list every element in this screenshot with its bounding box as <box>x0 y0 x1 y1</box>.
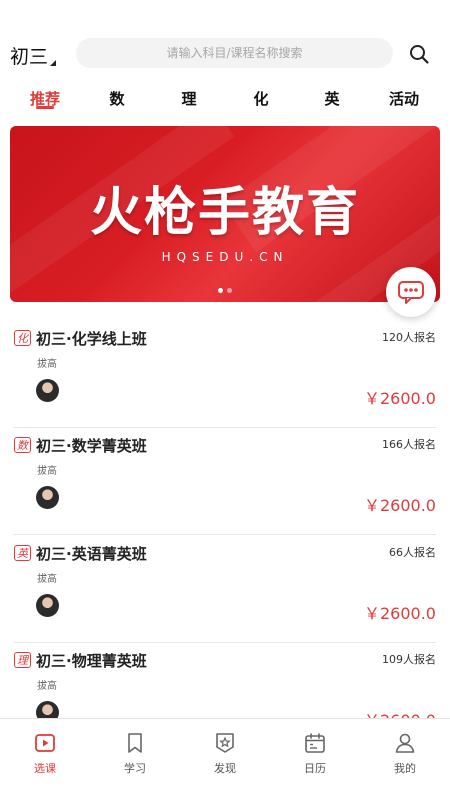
search-input[interactable] <box>76 46 393 60</box>
subject-badge: 化 <box>14 330 31 346</box>
nav-item-profile[interactable]: 我的 <box>375 731 435 776</box>
calendar-icon <box>305 733 325 753</box>
course-title: 初三·化学线上班 <box>36 330 147 348</box>
carousel-dot[interactable] <box>218 288 223 293</box>
app-header: 初三 <box>0 0 450 75</box>
enrollment-count: 166人报名 <box>382 438 436 451</box>
tab-chemistry[interactable]: 化 <box>253 88 268 109</box>
nav-label: 选课 <box>34 762 56 775</box>
nav-label: 日历 <box>304 762 326 775</box>
promo-banner[interactable]: 火枪手教育 HQSEDU.CN <box>10 126 440 302</box>
user-icon <box>395 733 415 753</box>
course-tag: 拔高 <box>37 574 57 585</box>
course-tag: 拔高 <box>37 681 57 692</box>
course-card[interactable]: 英 初三·英语菁英班 66人报名 拔高 ￥2600.0 <box>14 536 436 643</box>
tab-english[interactable]: 英 <box>324 88 339 109</box>
teacher-avatar <box>36 594 59 617</box>
search-bar[interactable] <box>76 38 393 68</box>
teacher-avatar <box>36 379 59 402</box>
grade-selector[interactable]: 初三 <box>10 42 57 69</box>
nav-item-study[interactable]: 学习 <box>105 731 165 776</box>
course-tag: 拔高 <box>37 466 57 477</box>
bookmark-icon <box>128 733 142 753</box>
subject-badge: 理 <box>14 652 31 668</box>
carousel-dots <box>218 288 232 293</box>
active-tab-indicator <box>36 106 54 109</box>
dropdown-triangle-icon <box>50 60 57 66</box>
tab-activity[interactable]: 活动 <box>389 88 419 109</box>
discover-badge-icon <box>216 733 234 753</box>
tab-math[interactable]: 数 <box>109 88 124 109</box>
course-tag: 拔高 <box>37 359 57 370</box>
course-card[interactable]: 数 初三·数学菁英班 166人报名 拔高 ￥2600.0 <box>14 428 436 535</box>
carousel-dot[interactable] <box>227 288 232 293</box>
nav-item-calendar[interactable]: 日历 <box>285 731 345 776</box>
course-card[interactable]: 化 初三·化学线上班 120人报名 拔高 ￥2600.0 <box>14 321 436 428</box>
play-icon <box>35 734 55 752</box>
chat-button[interactable] <box>386 267 436 317</box>
grade-label: 初三 <box>10 46 49 68</box>
course-price: ￥2600.0 <box>364 604 436 623</box>
course-title: 初三·数学菁英班 <box>36 437 147 455</box>
chat-bubble-icon <box>398 281 424 304</box>
search-icon[interactable] <box>408 43 430 65</box>
nav-label: 我的 <box>394 762 416 775</box>
nav-item-discover[interactable]: 发现 <box>195 731 255 776</box>
enrollment-count: 120人报名 <box>382 331 436 344</box>
tab-physics[interactable]: 理 <box>181 88 196 109</box>
course-price: ￥2600.0 <box>364 389 436 408</box>
nav-item-courses[interactable]: 选课 <box>15 731 75 776</box>
course-title: 初三·物理菁英班 <box>36 652 147 670</box>
subject-tabs: 推荐 数 理 化 英 活动 <box>0 84 450 116</box>
course-price: ￥2600.0 <box>364 496 436 515</box>
enrollment-count: 109人报名 <box>382 653 436 666</box>
teacher-avatar <box>36 486 59 509</box>
subject-badge: 数 <box>14 437 31 453</box>
nav-label: 发现 <box>214 762 236 775</box>
course-title: 初三·英语菁英班 <box>36 545 147 563</box>
enrollment-count: 66人报名 <box>389 546 436 559</box>
subject-badge: 英 <box>14 545 31 561</box>
bottom-nav: 选课 学习 发现 日历 我的 <box>0 718 450 800</box>
nav-label: 学习 <box>124 762 146 775</box>
banner-subtitle: HQSEDU.CN <box>161 250 289 264</box>
banner-title: 火枪手教育 <box>89 183 360 243</box>
